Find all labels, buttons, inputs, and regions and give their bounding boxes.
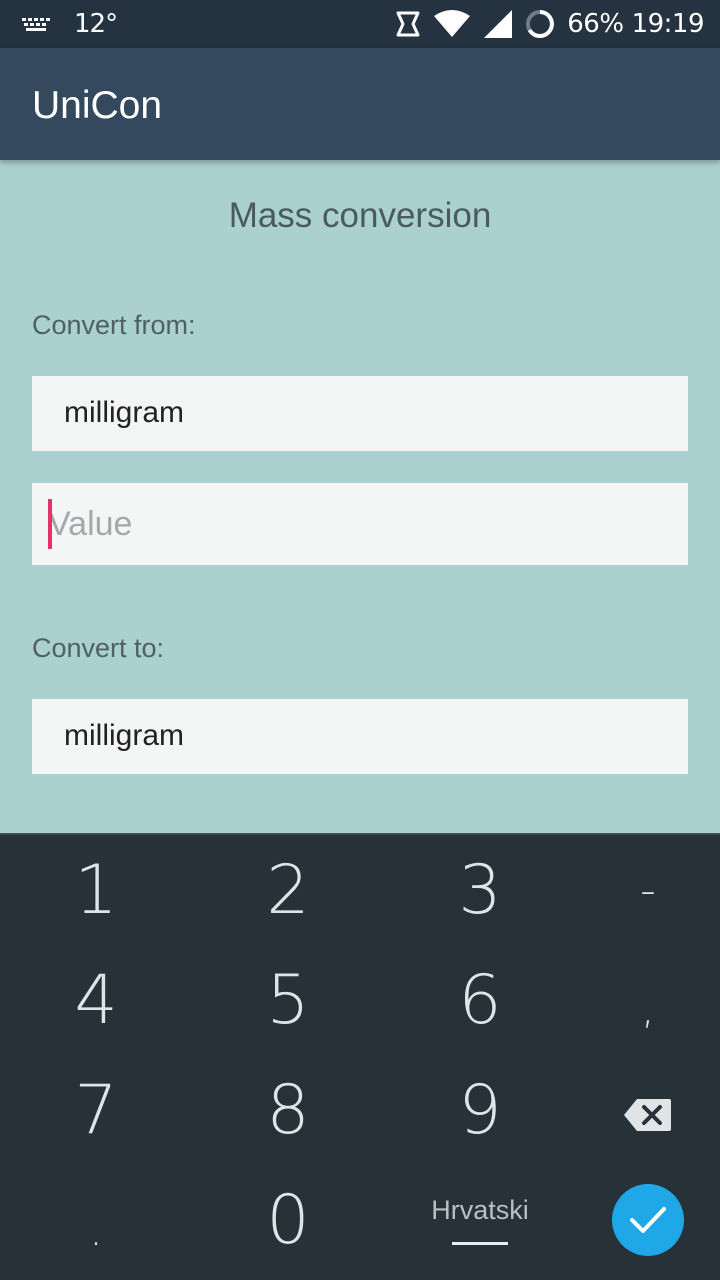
key-9[interactable]: 9 <box>390 1055 570 1165</box>
checkmark-icon <box>630 1207 666 1233</box>
from-unit-value: milligram <box>64 396 184 429</box>
key-4[interactable]: 4 <box>6 945 186 1055</box>
to-unit-value: milligram <box>64 719 184 752</box>
key-6[interactable]: 6 <box>390 945 570 1055</box>
key-3[interactable]: 3 <box>390 835 570 945</box>
clock: 19:19 <box>631 9 705 39</box>
key-0[interactable]: 0 <box>198 1165 378 1275</box>
signal-icon <box>483 9 513 39</box>
section-title: Mass conversion <box>228 196 492 235</box>
key-1[interactable]: 1 <box>6 835 186 945</box>
key-5[interactable]: 5 <box>198 945 378 1055</box>
done-key[interactable] <box>558 1165 720 1275</box>
key-dot[interactable]: . <box>6 1175 186 1280</box>
key-2[interactable]: 2 <box>198 835 378 945</box>
language-switch-key[interactable]: Hrvatski <box>390 1165 570 1275</box>
numeric-keyboard: 1 2 3 - 4 5 6 , 7 8 9 . 0 Hrvatski <box>0 833 720 1280</box>
key-minus[interactable]: - <box>558 835 720 945</box>
value-placeholder: Value <box>48 505 133 543</box>
to-unit-selector[interactable]: milligram <box>32 699 688 774</box>
status-bar: 12° 66% 19:19 <box>0 0 720 48</box>
wifi-icon <box>433 10 471 38</box>
language-label: Hrvatski <box>431 1195 529 1225</box>
app-bar: UniCon <box>0 48 720 160</box>
convert-from-label: Convert from: <box>32 310 196 340</box>
value-input[interactable]: Value <box>32 483 688 565</box>
backspace-icon <box>623 1071 673 1150</box>
key-8[interactable]: 8 <box>198 1055 378 1165</box>
from-unit-selector[interactable]: milligram <box>32 376 688 451</box>
keyboard-icon <box>22 16 52 32</box>
battery-percent: 66% <box>567 9 624 39</box>
done-button[interactable] <box>612 1184 684 1256</box>
backspace-key[interactable] <box>558 1055 720 1165</box>
key-7[interactable]: 7 <box>6 1055 186 1165</box>
app-title: UniCon <box>32 84 163 127</box>
nfc-icon <box>395 10 421 38</box>
convert-to-label: Convert to: <box>32 633 165 663</box>
text-cursor <box>48 499 52 549</box>
battery-ring-icon <box>525 9 555 39</box>
conversion-form: Mass conversion Convert from: milligram … <box>0 160 720 833</box>
temperature-text: 12° <box>74 9 118 39</box>
language-indicator <box>452 1242 508 1245</box>
key-comma[interactable]: , <box>558 953 720 1063</box>
